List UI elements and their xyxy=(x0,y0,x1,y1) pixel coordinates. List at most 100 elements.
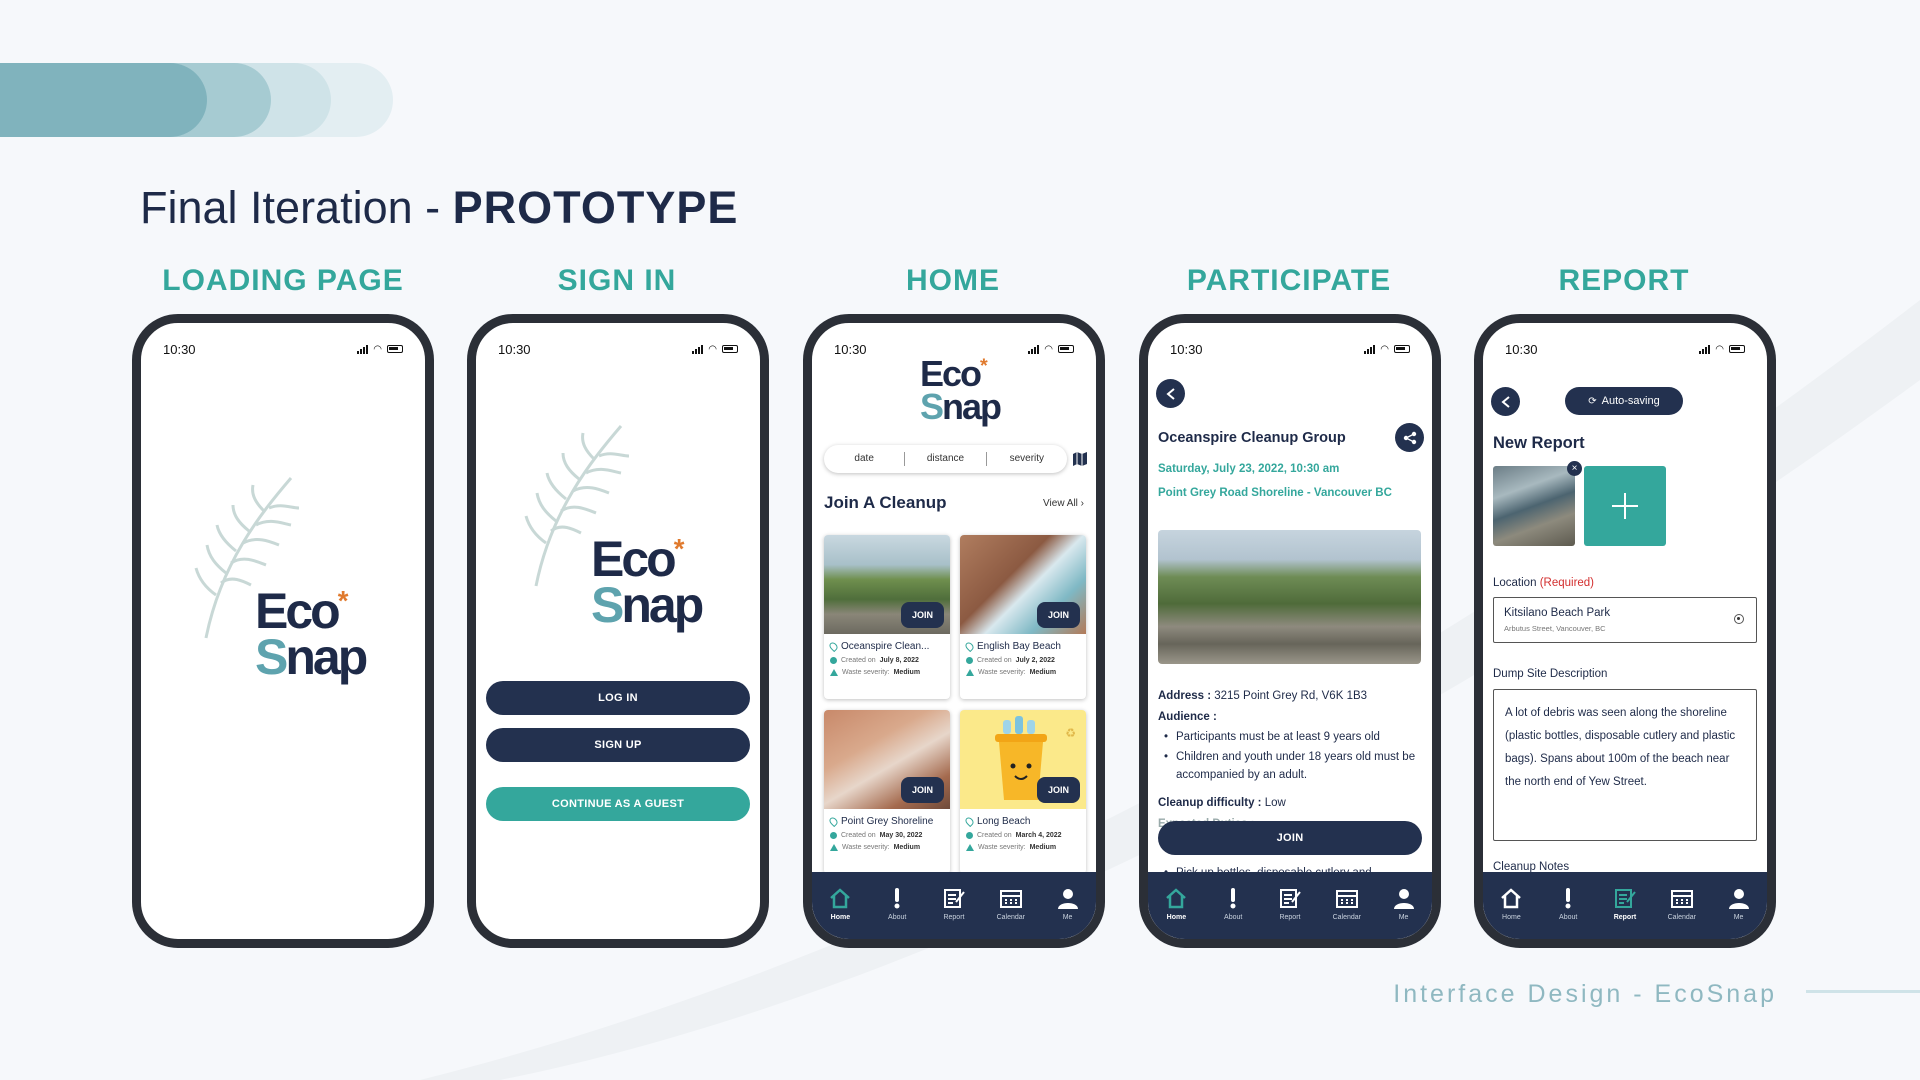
sign-up-button[interactable]: SIGN UP xyxy=(486,728,750,762)
nav-calendar[interactable]: Calendar xyxy=(1323,886,1371,921)
warning-icon xyxy=(966,844,974,851)
location-sub: Arbutus Street, Vancouver, BC xyxy=(1504,624,1606,633)
add-photo-button[interactable] xyxy=(1584,466,1666,546)
nav-me[interactable]: Me xyxy=(1380,886,1428,921)
event-datetime: Saturday, July 23, 2022, 10:30 am xyxy=(1158,463,1340,475)
wifi-icon: ◠ xyxy=(1044,343,1053,355)
location-field[interactable]: Kitsilano Beach Park Arbutus Street, Van… xyxy=(1493,597,1757,643)
phone-participate: 10:30 ◠ Oceanspire Cleanup Group Saturday… xyxy=(1139,314,1441,948)
event-photo xyxy=(1158,530,1421,664)
nav-about[interactable]: About xyxy=(1544,886,1592,921)
location-pin-icon xyxy=(827,640,840,652)
battery-icon xyxy=(1729,345,1745,353)
nav-home[interactable]: Home xyxy=(1487,886,1535,921)
nav-me[interactable]: Me xyxy=(1715,886,1763,921)
card-image: JOIN xyxy=(824,710,950,809)
battery-icon xyxy=(722,345,738,353)
nav-home[interactable]: Home xyxy=(816,886,864,921)
exclamation-icon xyxy=(1230,888,1236,909)
nav-me[interactable]: Me xyxy=(1044,886,1092,921)
join-button[interactable]: JOIN xyxy=(1036,602,1080,628)
card-name: Oceanspire Clean... xyxy=(841,641,930,652)
back-button[interactable] xyxy=(1156,379,1185,408)
nav-report[interactable]: Report xyxy=(1601,886,1649,921)
cleanup-card[interactable]: JOIN Oceanspire Clean... Created on July … xyxy=(824,535,950,699)
card-name: English Bay Beach xyxy=(977,641,1061,652)
nav-about[interactable]: About xyxy=(1209,886,1257,921)
nav-about[interactable]: About xyxy=(873,886,921,921)
ecosnap-logo: Eco* Snap xyxy=(255,583,368,685)
description-label: Dump Site Description xyxy=(1493,668,1608,680)
screen-title-report: REPORT xyxy=(1558,264,1690,297)
signal-icon xyxy=(1699,344,1711,354)
nav-report[interactable]: Report xyxy=(1266,886,1314,921)
filter-severity[interactable]: severity xyxy=(987,452,1067,466)
location-label: Location xyxy=(1493,577,1537,589)
join-button[interactable]: JOIN xyxy=(900,777,944,803)
status-bar: 10:30 ◠ xyxy=(1170,341,1410,357)
join-button[interactable]: JOIN xyxy=(900,602,944,628)
join-button[interactable]: JOIN xyxy=(1036,777,1080,803)
view-all-link[interactable]: View All › xyxy=(1043,498,1084,509)
nav-calendar[interactable]: Calendar xyxy=(987,886,1035,921)
audience-label: Audience : xyxy=(1158,711,1217,723)
cleanup-card[interactable]: JOIN Point Grey Shoreline Created on May … xyxy=(824,710,950,874)
description-textarea[interactable]: A lot of debris was seen along the shore… xyxy=(1493,689,1757,841)
exclamation-icon xyxy=(894,888,900,909)
location-pin-icon xyxy=(827,815,840,827)
page-title: Final Iteration - PROTOTYPE xyxy=(140,182,739,233)
nav-home[interactable]: Home xyxy=(1152,886,1200,921)
group-title: Oceanspire Cleanup Group xyxy=(1158,430,1346,446)
clock-icon xyxy=(966,657,973,664)
card-date: March 4, 2022 xyxy=(1015,832,1062,839)
back-button[interactable] xyxy=(1491,387,1520,416)
card-severity: Medium xyxy=(1029,669,1057,676)
card-image: JOIN xyxy=(824,535,950,634)
remove-photo-icon[interactable]: × xyxy=(1567,461,1582,476)
phone-loading: 10:30 ◠ Eco* Snap xyxy=(132,314,434,948)
continue-as-guest-button[interactable]: CONTINUE AS A GUEST xyxy=(486,787,750,821)
calendar-icon xyxy=(999,890,1022,908)
filter-date[interactable]: date xyxy=(824,452,906,466)
audience-item: • Children and youth under 18 years old m… xyxy=(1164,751,1416,781)
footer-caption: Interface Design - EcoSnap xyxy=(1393,980,1777,1008)
home-icon xyxy=(1501,888,1522,909)
card-date: May 30, 2022 xyxy=(879,832,923,839)
filter-distance[interactable]: distance xyxy=(905,452,987,466)
share-button[interactable] xyxy=(1395,423,1424,452)
share-icon xyxy=(1403,431,1416,444)
nav-report[interactable]: Report xyxy=(930,886,978,921)
crosshair-icon[interactable] xyxy=(1734,614,1744,624)
join-button[interactable]: JOIN xyxy=(1158,821,1422,855)
screen-title-home: HOME xyxy=(906,264,1000,297)
footer-line xyxy=(1806,990,1920,993)
card-name: Long Beach xyxy=(977,816,1031,827)
clock-icon xyxy=(830,832,837,839)
calendar-icon xyxy=(1335,890,1358,908)
cleanup-card[interactable]: ♻ JOIN Long Beach Created on March 4, 202… xyxy=(960,710,1086,874)
cleanup-card[interactable]: JOIN English Bay Beach Created on July 2,… xyxy=(960,535,1086,699)
event-address: 3215 Point Grey Rd, V6K 1B3 xyxy=(1214,690,1368,702)
autosave-badge: ⟳ Auto-saving xyxy=(1565,387,1683,415)
chevron-left-icon xyxy=(1500,395,1510,408)
phone-home: 10:30 ◠ Eco* Snap date distance severity J… xyxy=(803,314,1105,948)
user-icon xyxy=(1393,889,1414,909)
status-time: 10:30 xyxy=(1170,341,1203,357)
battery-icon xyxy=(1058,345,1074,353)
location-name: Kitsilano Beach Park xyxy=(1504,607,1611,619)
status-bar: 10:30 ◠ xyxy=(1505,341,1745,357)
uploaded-photo[interactable] xyxy=(1493,466,1575,546)
warning-icon xyxy=(830,669,838,676)
recycle-icon: ♻ xyxy=(1065,726,1076,740)
nav-calendar[interactable]: Calendar xyxy=(1658,886,1706,921)
warning-icon xyxy=(966,669,974,676)
signal-icon xyxy=(1028,344,1040,354)
sync-icon: ⟳ xyxy=(1588,395,1597,407)
map-icon[interactable] xyxy=(1072,452,1088,466)
status-time: 10:30 xyxy=(163,341,196,357)
report-icon xyxy=(1279,889,1301,908)
bottom-nav: Home About Report Calendar Me xyxy=(1148,872,1432,939)
screen-title-participate: PARTICIPATE xyxy=(1186,264,1392,297)
screen-title-loading: LOADING PAGE xyxy=(162,264,404,297)
log-in-button[interactable]: LOG IN xyxy=(486,681,750,715)
